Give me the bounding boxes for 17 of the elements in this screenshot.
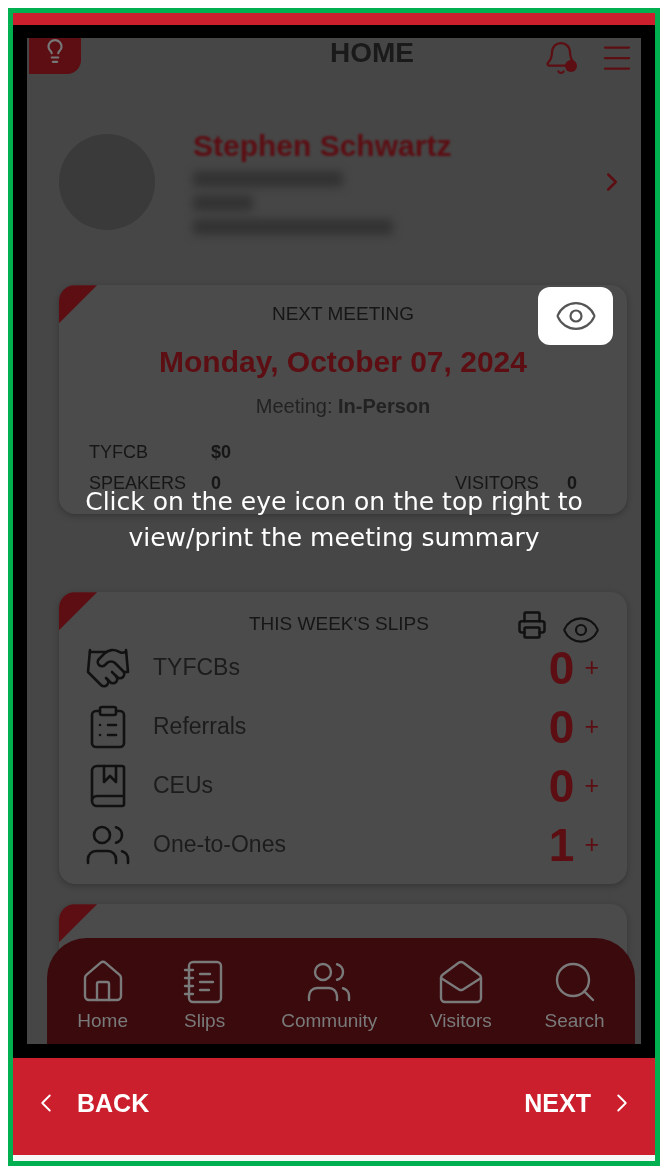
nav-item[interactable]: Slips	[180, 958, 229, 1037]
meeting-date: Monday, October 07, 2024	[159, 345, 527, 380]
corner-accent	[59, 904, 97, 943]
nav-item[interactable]: Visitors	[429, 958, 492, 1037]
slip-count: 0	[547, 640, 575, 695]
nav-item[interactable]: Community	[281, 958, 378, 1037]
slip-count: 0	[547, 758, 575, 813]
nav-item[interactable]: Search	[544, 958, 605, 1037]
slip-count: 1	[547, 817, 575, 872]
bell-icon[interactable]	[543, 40, 577, 75]
back-button[interactable]: BACK	[31, 1088, 150, 1119]
next-button[interactable]: NEXT	[524, 1088, 637, 1119]
logo	[29, 38, 81, 75]
nav-item[interactable]: Home	[77, 958, 128, 1037]
eye-button[interactable]	[538, 287, 613, 346]
slip-count: 0	[547, 699, 575, 754]
printer-icon[interactable]	[517, 610, 547, 641]
